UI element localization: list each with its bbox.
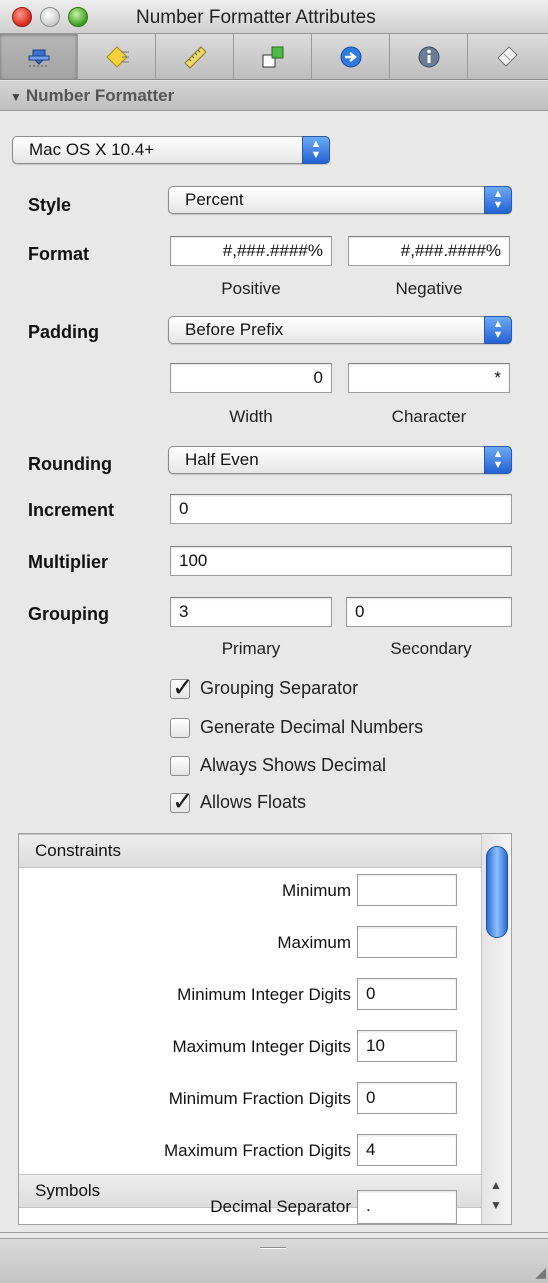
maximum-integer-digits-field[interactable]: 10 bbox=[357, 1030, 457, 1062]
popup-arrows-icon: ▲ ▼ bbox=[484, 316, 512, 344]
checkbox-label: Grouping Separator bbox=[200, 678, 359, 698]
zoom-button[interactable] bbox=[68, 7, 88, 27]
tab-identity[interactable] bbox=[390, 34, 468, 79]
width-caption: Width bbox=[229, 407, 273, 426]
bottom-bar: ◢ bbox=[0, 1238, 548, 1283]
generate-decimal-numbers-checkbox[interactable]: Generate Decimal Numbers bbox=[170, 717, 423, 738]
constraints-table: Constraints Minimum Maximum Minimum Inte… bbox=[18, 833, 512, 1225]
tab-attributes[interactable] bbox=[0, 34, 78, 79]
checkbox-checked[interactable]: ✓ bbox=[170, 786, 194, 816]
row-label-maximum-integer-digits: Maximum Integer Digits bbox=[172, 1037, 351, 1056]
tab-size[interactable] bbox=[156, 34, 234, 79]
size-ruler-icon bbox=[183, 45, 207, 69]
separator bbox=[0, 1232, 548, 1233]
style-label: Style bbox=[28, 195, 72, 215]
multiplier-field[interactable]: 100 bbox=[170, 546, 512, 576]
behavior-popup[interactable]: Mac OS X 10.4+ ▲ ▼ bbox=[12, 136, 330, 164]
format-label: Format bbox=[28, 244, 90, 264]
tab-applescript[interactable] bbox=[468, 34, 546, 79]
popup-arrows-icon: ▲ ▼ bbox=[302, 136, 330, 164]
padding-width-field[interactable]: 0 bbox=[170, 363, 332, 393]
minimize-button[interactable] bbox=[40, 7, 60, 27]
bindings-icon bbox=[340, 46, 361, 67]
close-button[interactable] bbox=[12, 7, 32, 27]
section-header[interactable]: ▼ Number Formatter bbox=[0, 81, 548, 111]
behavior-value: Mac OS X 10.4+ bbox=[29, 140, 155, 159]
row-label-decimal-separator: Decimal Separator bbox=[210, 1197, 351, 1216]
checkbox-unchecked[interactable] bbox=[170, 717, 190, 738]
popup-arrows-icon: ▲ ▼ bbox=[484, 186, 512, 214]
always-shows-decimal-checkbox[interactable]: Always Shows Decimal bbox=[170, 755, 386, 776]
applescript-icon bbox=[497, 45, 518, 67]
inspector-toolbar bbox=[0, 34, 548, 80]
minimum-field[interactable] bbox=[357, 874, 457, 906]
character-caption: Character bbox=[391, 407, 467, 426]
row-label-maximum-fraction-digits: Maximum Fraction Digits bbox=[163, 1141, 351, 1160]
grouping-label: Grouping bbox=[28, 604, 109, 624]
resize-grip-icon[interactable]: ◢ bbox=[535, 1264, 546, 1281]
title-bar: Number Formatter Attributes bbox=[0, 0, 548, 34]
checkmark-icon: ✓ bbox=[172, 785, 194, 816]
row-label-minimum-fraction-digits: Minimum Fraction Digits bbox=[168, 1089, 351, 1108]
effects-icon bbox=[105, 45, 129, 68]
attributes-icon bbox=[28, 49, 49, 66]
identity-icon bbox=[418, 46, 439, 67]
padding-value: Before Prefix bbox=[185, 320, 284, 339]
allows-floats-checkbox[interactable]: ✓ Allows Floats bbox=[170, 786, 307, 816]
format-positive-field[interactable]: #,###.####% bbox=[170, 236, 332, 266]
checkmark-icon: ✓ bbox=[172, 671, 194, 702]
minimum-integer-digits-field[interactable]: 0 bbox=[357, 978, 457, 1010]
padding-character-field[interactable]: * bbox=[348, 363, 510, 393]
connections-icon bbox=[262, 46, 283, 67]
grouping-secondary-field[interactable]: 0 bbox=[346, 597, 512, 627]
checkbox-checked[interactable]: ✓ bbox=[170, 672, 194, 702]
negative-caption: Negative bbox=[395, 279, 463, 298]
row-label-maximum: Maximum bbox=[277, 933, 351, 952]
grouping-primary-field[interactable]: 3 bbox=[170, 597, 332, 627]
constraints-group-header: Constraints bbox=[19, 834, 481, 868]
disclosure-triangle-icon[interactable]: ▼ bbox=[10, 90, 22, 104]
style-value: Percent bbox=[185, 190, 244, 209]
minimum-fraction-digits-field[interactable]: 0 bbox=[357, 1082, 457, 1114]
secondary-caption: Secondary bbox=[390, 639, 472, 658]
rounding-label: Rounding bbox=[28, 454, 112, 474]
maximum-field[interactable] bbox=[357, 926, 457, 958]
scrollbar-thumb[interactable] bbox=[486, 846, 508, 938]
window-title: Number Formatter Attributes bbox=[136, 7, 376, 28]
rounding-popup[interactable]: Half Even ▲ ▼ bbox=[168, 446, 512, 474]
multiplier-label: Multiplier bbox=[28, 552, 108, 572]
format-negative-field[interactable]: #,###.####% bbox=[348, 236, 510, 266]
grouping-separator-checkbox[interactable]: ✓ Grouping Separator bbox=[170, 672, 359, 702]
row-label-minimum-integer-digits: Minimum Integer Digits bbox=[177, 985, 351, 1004]
vertical-scrollbar[interactable]: ▲ ▼ bbox=[481, 834, 511, 1224]
maximum-fraction-digits-field[interactable]: 4 bbox=[357, 1134, 457, 1166]
scroll-up-arrow-icon[interactable]: ▲ bbox=[482, 1178, 510, 1192]
primary-caption: Primary bbox=[221, 639, 281, 658]
increment-label: Increment bbox=[28, 500, 115, 520]
positive-caption: Positive bbox=[221, 279, 281, 298]
padding-popup[interactable]: Before Prefix ▲ ▼ bbox=[168, 316, 512, 344]
increment-field[interactable]: 0 bbox=[170, 494, 512, 524]
scroll-down-arrow-icon[interactable]: ▼ bbox=[482, 1198, 510, 1212]
checkbox-unchecked[interactable] bbox=[170, 755, 190, 776]
padding-label: Padding bbox=[28, 322, 99, 342]
split-grip-icon[interactable] bbox=[260, 1247, 286, 1249]
tab-effects[interactable] bbox=[78, 34, 156, 79]
decimal-separator-field[interactable]: . bbox=[357, 1190, 457, 1224]
style-popup[interactable]: Percent ▲ ▼ bbox=[168, 186, 512, 214]
checkbox-label: Allows Floats bbox=[200, 792, 307, 812]
section-title: Number Formatter bbox=[25, 86, 175, 105]
row-label-minimum: Minimum bbox=[282, 881, 351, 900]
rounding-value: Half Even bbox=[185, 450, 259, 469]
tab-bindings[interactable] bbox=[312, 34, 390, 79]
popup-arrows-icon: ▲ ▼ bbox=[484, 446, 512, 474]
checkbox-label: Generate Decimal Numbers bbox=[200, 717, 424, 737]
checkbox-label: Always Shows Decimal bbox=[200, 755, 387, 775]
tab-connections[interactable] bbox=[234, 34, 312, 79]
